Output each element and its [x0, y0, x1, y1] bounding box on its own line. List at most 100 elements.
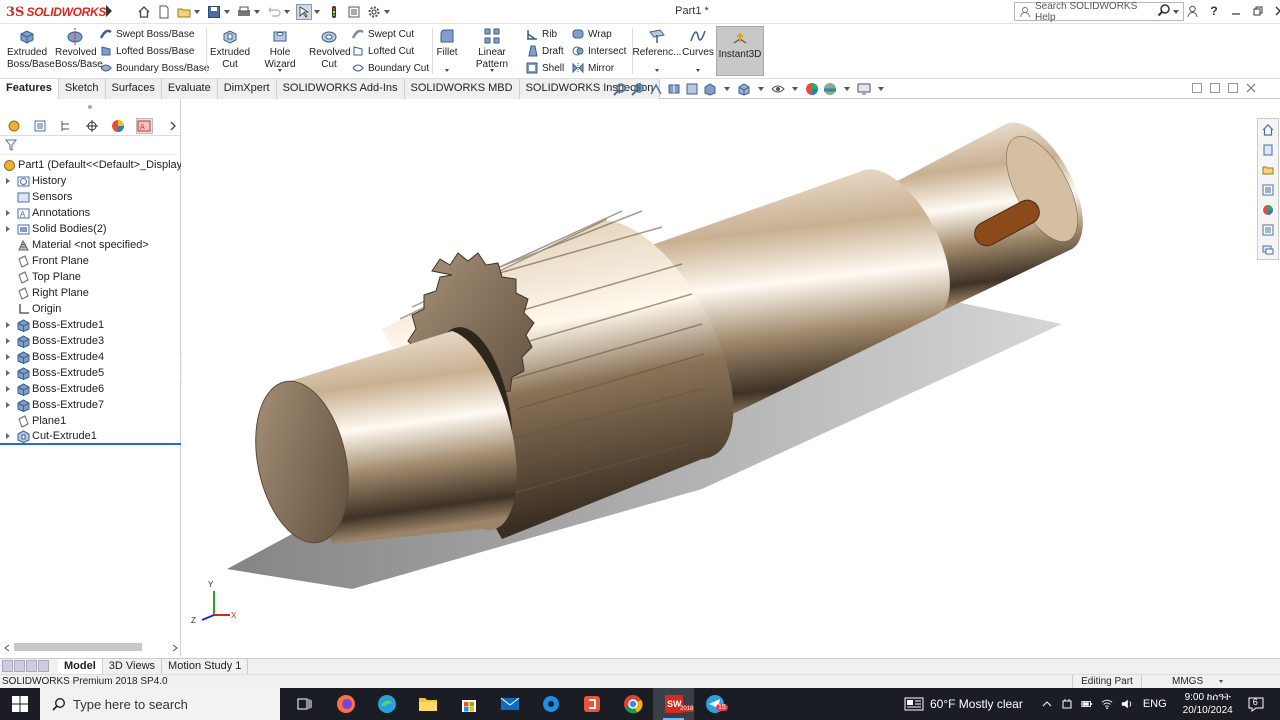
appearances-icon[interactable]: [1261, 202, 1275, 218]
tree-item[interactable]: Boss-Extrude3: [0, 333, 181, 349]
tab-features[interactable]: Features: [0, 79, 59, 99]
expand-arrow-icon[interactable]: [6, 402, 10, 408]
telegram-icon[interactable]: 15: [694, 688, 735, 720]
microsoft-store-icon[interactable]: [448, 688, 489, 720]
intersect-button[interactable]: Intersect: [572, 45, 626, 57]
expand-arrow-icon[interactable]: [6, 226, 10, 232]
minimize-icon[interactable]: [1230, 3, 1242, 19]
view-orientation-icon[interactable]: [702, 81, 718, 97]
expand-arrow-icon[interactable]: [6, 322, 10, 328]
expand-arrow-icon[interactable]: [6, 433, 10, 439]
mirror-button[interactable]: Mirror: [572, 62, 614, 74]
hole-wizard-dropdown-icon[interactable]: [278, 69, 282, 72]
scroll-left-icon[interactable]: [4, 643, 10, 655]
unit-system-dropdown-icon[interactable]: [1219, 680, 1223, 683]
print-icon[interactable]: [236, 4, 252, 20]
next-tab-icon[interactable]: [26, 660, 37, 672]
display-style-icon[interactable]: [736, 81, 752, 97]
tree-item[interactable]: Cut-Extrude1: [0, 429, 181, 445]
view-settings-icon[interactable]: [856, 81, 872, 97]
view-orientation-dropdown-icon[interactable]: [724, 87, 730, 91]
expand-arrow-icon[interactable]: [6, 386, 10, 392]
viewport-close-icon[interactable]: [1246, 83, 1256, 93]
select-cursor-icon[interactable]: [296, 4, 312, 20]
tree-item[interactable]: Boss-Extrude7: [0, 397, 181, 413]
firefox-icon[interactable]: [325, 688, 366, 720]
lofted-cut-button[interactable]: Lofted Cut: [352, 45, 414, 57]
zoom-to-fit-icon[interactable]: [612, 81, 628, 97]
options-dropdown-icon[interactable]: [384, 10, 390, 14]
tree-item[interactable]: Plane1: [0, 413, 181, 429]
tree-item[interactable]: A Annotations: [0, 205, 181, 221]
fillet-button[interactable]: Fillet: [434, 26, 460, 59]
undo-dropdown-icon[interactable]: [284, 10, 290, 14]
swept-boss-button[interactable]: Swept Boss/Base: [100, 28, 194, 40]
rebuild-icon[interactable]: [326, 4, 342, 20]
tab-evaluate[interactable]: Evaluate: [161, 79, 218, 99]
scrollbar-thumb[interactable]: [14, 643, 142, 651]
expand-arrow-icon[interactable]: [6, 338, 10, 344]
tab-3d-views[interactable]: 3D Views: [103, 659, 163, 675]
draft-button[interactable]: Draft: [526, 45, 564, 57]
apply-scene-dropdown-icon[interactable]: [844, 87, 850, 91]
taskbar-search-box[interactable]: Type here to search: [40, 688, 280, 720]
curves-dropdown-icon[interactable]: [696, 69, 700, 72]
edit-appearance-icon[interactable]: [804, 81, 820, 97]
search-dropdown-icon[interactable]: [1173, 9, 1179, 14]
file-explorer-icon[interactable]: [1261, 162, 1275, 178]
display-manager-icon[interactable]: [110, 118, 127, 134]
chrome-icon[interactable]: [612, 688, 653, 720]
tree-item[interactable]: Material <not specified>: [0, 237, 181, 253]
tab-model[interactable]: Model: [58, 659, 103, 675]
first-tab-icon[interactable]: [2, 660, 13, 672]
undo-icon[interactable]: [266, 4, 282, 20]
extruded-boss-button[interactable]: Extruded Boss/Base: [4, 26, 55, 71]
save-dropdown-icon[interactable]: [224, 10, 230, 14]
tab-sketch[interactable]: Sketch: [58, 79, 106, 99]
tab-mbd[interactable]: SOLIDWORKS MBD: [404, 79, 520, 99]
wifi-icon[interactable]: [1101, 698, 1113, 710]
property-manager-icon[interactable]: [32, 118, 49, 134]
clock[interactable]: 9:00 ከሰዓት 20/10/2024: [1183, 691, 1233, 717]
cam-manager-icon[interactable]: A: [135, 117, 154, 134]
expand-arrow-icon[interactable]: [6, 370, 10, 376]
tree-item[interactable]: Boss-Extrude5: [0, 365, 181, 381]
display-style-dropdown-icon[interactable]: [758, 87, 764, 91]
tab-dimxpert[interactable]: DimXpert: [217, 79, 277, 99]
search-icon[interactable]: [1157, 3, 1171, 20]
expand-arrow-icon[interactable]: [6, 354, 10, 360]
tree-item[interactable]: Right Plane: [0, 285, 181, 301]
taskbar-search-input[interactable]: Type here to search: [73, 697, 188, 712]
usb-device-icon[interactable]: [1061, 698, 1073, 710]
tree-item[interactable]: Origin: [0, 301, 181, 317]
section-view-icon[interactable]: [666, 81, 682, 97]
tree-item[interactable]: Boss-Extrude6: [0, 381, 181, 397]
revolved-boss-button[interactable]: Revolved Boss/Base: [52, 26, 103, 71]
solidworks-logo[interactable]: 3S SOLIDWORKS: [6, 3, 106, 21]
help-icon[interactable]: ?: [1208, 3, 1220, 19]
hole-wizard-button[interactable]: Hole Wizard: [254, 26, 306, 71]
dynamic-annotation-icon[interactable]: [684, 81, 700, 97]
dimxpert-manager-icon[interactable]: [84, 118, 101, 134]
viewport-minimize-icon[interactable]: [1210, 83, 1220, 93]
last-tab-icon[interactable]: [38, 660, 49, 672]
task-view-icon[interactable]: [284, 688, 325, 720]
search-help-box[interactable]: Search SOLIDWORKS Help: [1014, 1, 1184, 23]
user-account-icon[interactable]: [1186, 3, 1198, 19]
search-input[interactable]: Search SOLIDWORKS Help: [1035, 1, 1157, 23]
input-language[interactable]: ENG: [1143, 698, 1167, 710]
save-icon[interactable]: [206, 4, 222, 20]
tab-surfaces[interactable]: Surfaces: [105, 79, 162, 99]
print-dropdown-icon[interactable]: [254, 10, 260, 14]
scroll-right-icon[interactable]: [172, 643, 178, 655]
edge-icon[interactable]: [366, 688, 407, 720]
view-palette-icon[interactable]: [1261, 182, 1275, 198]
hide-show-dropdown-icon[interactable]: [792, 87, 798, 91]
lofted-boss-button[interactable]: Lofted Boss/Base: [100, 45, 194, 57]
new-document-icon[interactable]: [156, 4, 172, 20]
linear-pattern-button[interactable]: Linear Pattern: [462, 26, 522, 71]
revolved-cut-button[interactable]: Revolved Cut: [308, 26, 351, 71]
tree-item[interactable]: Boss-Extrude4: [0, 349, 181, 365]
tree-item[interactable]: History: [0, 173, 181, 189]
viewport-restore-icon[interactable]: [1228, 83, 1238, 93]
